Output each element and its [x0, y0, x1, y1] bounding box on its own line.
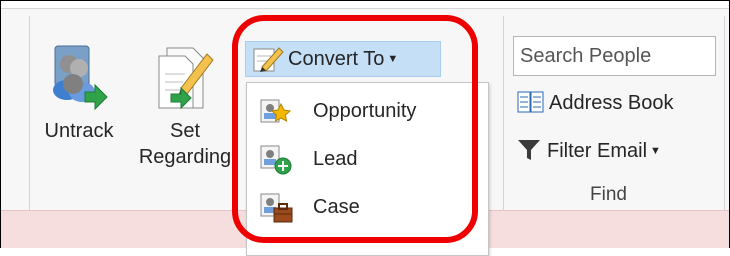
- highlight-annotation: [232, 15, 478, 243]
- set-regarding-label-1: Set: [169, 120, 201, 142]
- address-book-icon: [517, 91, 544, 113]
- search-people-input[interactable]: Search People: [513, 36, 716, 76]
- search-placeholder: Search People: [520, 45, 652, 67]
- group-separator: [724, 16, 725, 210]
- filter-email-label: Filter Email: [547, 140, 648, 162]
- untrack-icon: [53, 45, 108, 111]
- untrack-button[interactable]: Untrack: [38, 44, 120, 144]
- group-separator: [29, 16, 30, 210]
- find-group-label: Find: [590, 184, 627, 205]
- address-book-label: Address Book: [549, 92, 674, 114]
- group-separator: [503, 16, 504, 210]
- untrack-label: Untrack: [44, 120, 114, 142]
- set-regarding-button[interactable]: Set Regarding: [134, 44, 236, 170]
- set-regarding-label-2: Regarding: [138, 146, 232, 168]
- chevron-down-icon: ▼: [650, 145, 661, 157]
- address-book-button[interactable]: Address Book: [517, 88, 674, 118]
- filter-email-button[interactable]: Filter Email ▼: [517, 136, 661, 169]
- filter-icon: [518, 140, 540, 160]
- ribbon-top-strip: [1, 1, 729, 9]
- set-regarding-icon: [158, 47, 214, 110]
